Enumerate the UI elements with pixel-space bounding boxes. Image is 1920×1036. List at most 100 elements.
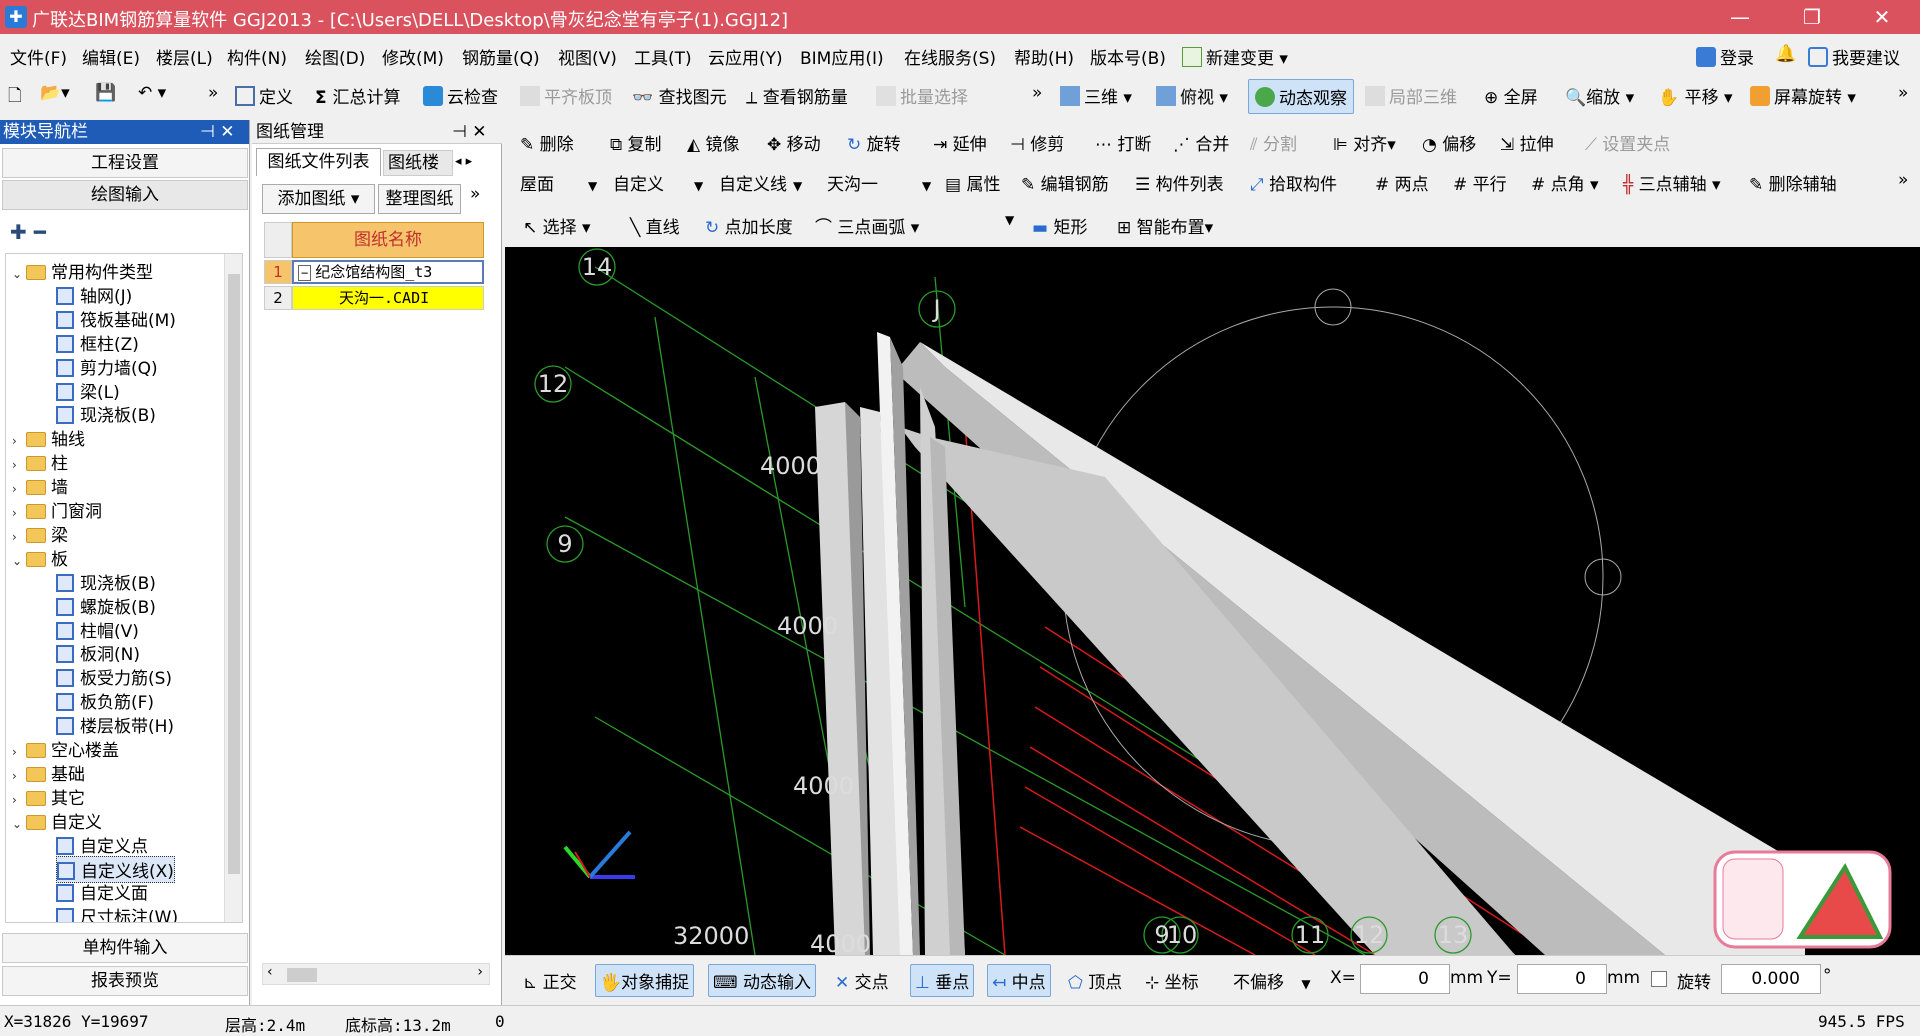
top-view-button[interactable]: 俯视 ▾ xyxy=(1156,83,1228,108)
menu-draw[interactable]: 绘图(D) xyxy=(305,44,365,69)
smart-layout-button[interactable]: ⊞ 智能布置▾ xyxy=(1117,213,1213,238)
pick-component-button[interactable]: ⤢ 拾取构件 xyxy=(1250,170,1337,195)
chevron-right-icon[interactable]: › xyxy=(12,745,26,759)
line-button[interactable]: ╲ 直线 xyxy=(630,213,680,238)
tree-item[interactable]: 楼层板带(H) xyxy=(56,712,174,737)
calculate-button[interactable]: Σ 汇总计算 xyxy=(315,83,401,108)
pan-button[interactable]: ✋ 平移 ▾ xyxy=(1658,83,1733,108)
tree-scrollbar[interactable] xyxy=(224,254,242,922)
column-header-drawing-name[interactable]: 图纸名称 xyxy=(292,222,484,258)
menu-bim[interactable]: BIM应用(I) xyxy=(800,44,884,69)
report-preview-button[interactable]: 报表预览 xyxy=(2,966,248,996)
perpendicular-button[interactable]: ⊥ 垂点 xyxy=(910,964,975,997)
delete-button[interactable]: ✎ 删除 xyxy=(520,130,574,155)
tree-item[interactable]: 柱帽(V) xyxy=(56,617,139,642)
tree-folder[interactable]: › 空心楼盖 xyxy=(12,736,119,761)
rotate-input[interactable]: 0.000 xyxy=(1721,964,1821,994)
menu-file[interactable]: 文件(F) xyxy=(10,44,67,69)
tree-folder[interactable]: ⌄ 板 xyxy=(12,545,68,570)
chevron-right-icon[interactable]: › xyxy=(12,434,26,448)
tree-folder[interactable]: › 其它 xyxy=(12,784,85,809)
mirror-button[interactable]: ◭ 镜像 xyxy=(687,130,739,155)
type-select[interactable]: 自定义 ▼ xyxy=(613,170,703,195)
menu-floor[interactable]: 楼层(L) xyxy=(156,44,213,69)
chevron-right-icon[interactable]: › xyxy=(12,458,26,472)
tree-item[interactable]: 螺旋板(B) xyxy=(56,593,156,618)
tree-folder[interactable]: ⌄ 常用构件类型 xyxy=(12,258,153,283)
horizontal-scrollbar[interactable]: ‹ › xyxy=(262,963,490,985)
find-element-button[interactable]: 👓 查找图元 xyxy=(632,83,727,108)
tree-item[interactable]: 剪力墙(Q) xyxy=(56,354,158,379)
add-drawing-button[interactable]: 添加图纸 ▾ xyxy=(262,184,375,214)
view-rebar-button[interactable]: ⟂ 查看钢筋量 xyxy=(746,83,848,108)
tree-item[interactable]: 板受力筋(S) xyxy=(56,664,172,689)
engineering-settings-button[interactable]: 工程设置 xyxy=(2,148,248,178)
close-button[interactable]: ✕ xyxy=(1852,0,1912,34)
toolbar-overflow[interactable]: » xyxy=(208,83,218,103)
chevron-down-icon[interactable]: ⌄ xyxy=(12,267,26,281)
offset-button[interactable]: ◔ 偏移 xyxy=(1422,130,1476,155)
toolbar-overflow-2[interactable]: » xyxy=(1032,83,1042,103)
3d-button[interactable]: 三维 ▾ xyxy=(1060,83,1132,108)
parallel-button[interactable]: # 平行 xyxy=(1453,170,1507,195)
expand-collapse-icons[interactable]: ✚ ━ xyxy=(10,220,46,244)
open-folder-icon[interactable]: 📂▾ xyxy=(40,83,70,103)
menu-view[interactable]: 视图(V) xyxy=(558,44,617,69)
rotate-button[interactable]: ↻ 旋转 xyxy=(847,130,901,155)
suggest-button[interactable]: 我要建议 xyxy=(1808,44,1900,69)
dynamic-input-button[interactable]: ⌨ 动态输入 xyxy=(708,964,816,997)
toolbar-overflow-4[interactable]: » xyxy=(1898,170,1908,190)
three-point-arc-button[interactable]: ⌒ 三点画弧 ▾ xyxy=(815,213,919,238)
menu-help[interactable]: 帮助(H) xyxy=(1014,44,1074,69)
drawing-overflow[interactable]: » xyxy=(470,184,480,204)
point-angle-button[interactable]: # 点角 ▾ xyxy=(1531,170,1599,195)
component-select[interactable]: 天沟一 ▼ xyxy=(827,170,931,195)
chevron-down-icon[interactable]: ⌄ xyxy=(12,817,26,831)
trim-button[interactable]: ⊣ 修剪 xyxy=(1010,130,1064,155)
menu-edit[interactable]: 编辑(E) xyxy=(82,44,140,69)
drawing-pin-close[interactable]: ⊣ ✕ xyxy=(452,120,486,144)
ortho-button[interactable]: ⊾ 正交 xyxy=(523,968,577,993)
three-point-axis-button[interactable]: ╬ 三点辅轴 ▾ xyxy=(1623,170,1721,195)
new-file-icon[interactable]: 🗋 xyxy=(8,83,22,112)
offset-select[interactable]: 不偏移 ▼ xyxy=(1233,968,1311,993)
extend-button[interactable]: ⇥ 延伸 xyxy=(933,130,987,155)
chevron-right-icon[interactable]: › xyxy=(12,530,26,544)
tree-item[interactable]: 自定义点 xyxy=(56,832,148,857)
scroll-left-icon[interactable]: ‹ xyxy=(267,964,273,980)
login-button[interactable]: 登录 xyxy=(1696,44,1754,69)
flush-slab-button[interactable]: 平齐板顶 xyxy=(520,83,612,108)
chevron-right-icon[interactable]: › xyxy=(12,793,26,807)
menu-modify[interactable]: 修改(M) xyxy=(382,44,444,69)
point-length-button[interactable]: ↻ 点加长度 xyxy=(705,213,793,238)
tree-item[interactable]: 自定义面 xyxy=(56,879,148,904)
scroll-right-icon[interactable]: › xyxy=(477,964,483,980)
batch-select-button[interactable]: 批量选择 xyxy=(876,83,968,108)
tree-item[interactable]: 板负筋(F) xyxy=(56,688,154,713)
delete-axis-button[interactable]: ✎ 删除辅轴 xyxy=(1749,170,1837,195)
tree-scroll-thumb[interactable] xyxy=(228,274,240,874)
menu-online[interactable]: 在线服务(S) xyxy=(904,44,996,69)
break-button[interactable]: ⋯ 打断 xyxy=(1095,130,1151,155)
organize-drawing-button[interactable]: 整理图纸 xyxy=(378,184,461,214)
menu-tools[interactable]: 工具(T) xyxy=(634,44,692,69)
scroll-thumb[interactable] xyxy=(287,968,317,982)
menu-new-change[interactable]: 新建变更 ▾ xyxy=(1182,44,1288,69)
tree-folder[interactable]: › 门窗洞 xyxy=(12,497,102,522)
maximize-button[interactable]: ❐ xyxy=(1782,0,1842,34)
set-grip-button[interactable]: ⟋ 设置夹点 xyxy=(1585,130,1670,155)
subtype-select[interactable]: 自定义线 ▼ xyxy=(719,170,802,195)
x-offset-input[interactable]: 0 xyxy=(1360,964,1450,994)
tree-item[interactable]: 框柱(Z) xyxy=(56,330,139,355)
tree-folder[interactable]: ⌄ 自定义 xyxy=(12,808,102,833)
zoom-button[interactable]: 🔍缩放 ▾ xyxy=(1565,83,1634,108)
chevron-right-icon[interactable]: › xyxy=(12,506,26,520)
screen-rotate-button[interactable]: 屏幕旋转 ▾ xyxy=(1750,83,1856,108)
tree-item[interactable]: 板洞(N) xyxy=(56,640,140,665)
drawing-canvas[interactable]: 14 J 12 9 9 10 11 12 13 4000 4000 4000 3… xyxy=(505,247,1920,955)
floor-select[interactable]: 屋面 ▼ xyxy=(520,170,597,195)
arc-dropdown[interactable]: ▼ xyxy=(1005,213,1014,227)
tree-folder[interactable]: › 轴线 xyxy=(12,425,85,450)
bell-icon[interactable]: 🔔 xyxy=(1775,44,1796,64)
intersection-button[interactable]: ✕ 交点 xyxy=(835,968,889,993)
